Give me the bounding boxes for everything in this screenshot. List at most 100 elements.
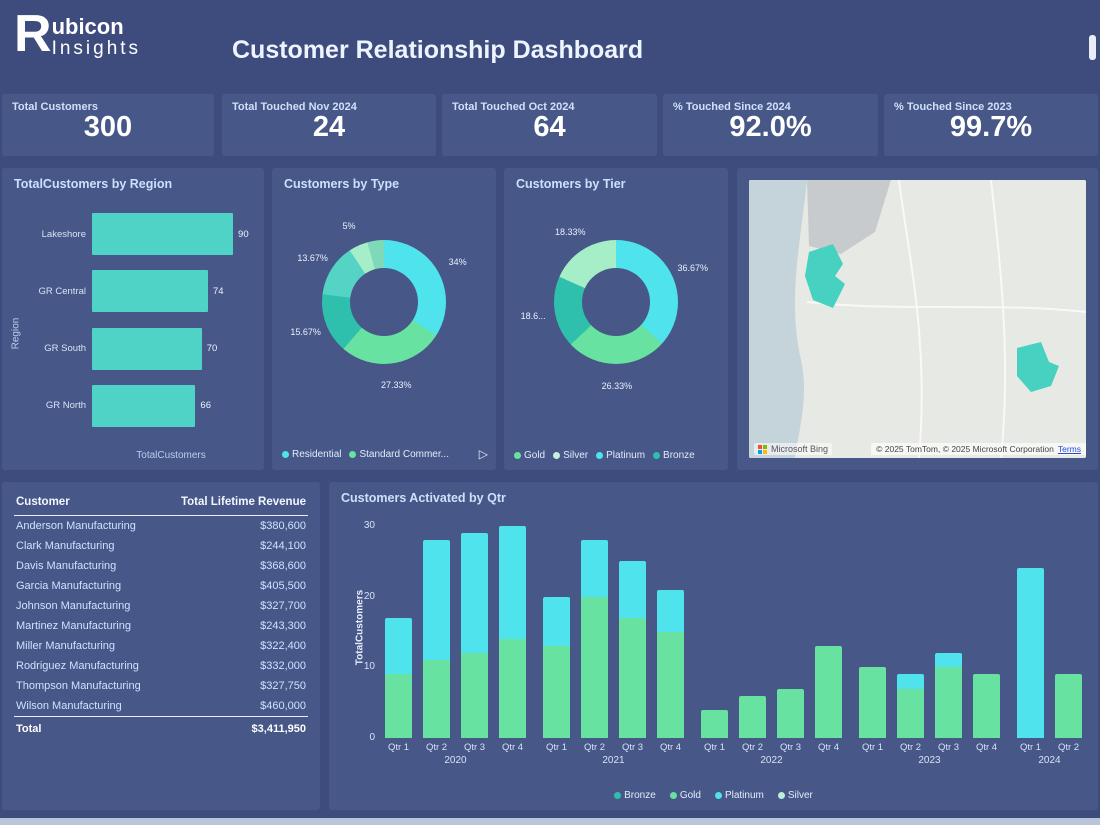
bar-segment-gold[interactable]: [739, 696, 766, 738]
bar-segment-gold[interactable]: [815, 646, 842, 738]
bar-segment-platinum[interactable]: [499, 526, 526, 639]
segment-label: 15.67%: [290, 327, 321, 337]
legend-item[interactable]: Bronze: [614, 790, 656, 801]
bar-segment-gold[interactable]: [581, 597, 608, 738]
legend-item[interactable]: Gold: [670, 790, 701, 801]
table-row[interactable]: Davis Manufacturing$368,600: [14, 556, 308, 576]
stacked-bar[interactable]: [385, 618, 412, 738]
kpi-card-pct-touched-2023[interactable]: % Touched Since 2023 99.7%: [884, 94, 1098, 156]
legend-item[interactable]: Platinum: [715, 790, 764, 801]
bar-segment-gold[interactable]: [973, 674, 1000, 738]
table-row[interactable]: Clark Manufacturing$244,100: [14, 536, 308, 556]
stacked-bar[interactable]: [1055, 674, 1082, 738]
bar-segment-gold[interactable]: [657, 632, 684, 738]
legend-item[interactable]: Residential: [282, 449, 341, 460]
stacked-bar[interactable]: [897, 674, 924, 738]
stacked-bar[interactable]: [859, 667, 886, 738]
stacked-bar[interactable]: [423, 540, 450, 738]
legend-item[interactable]: Standard Commer...: [349, 449, 448, 460]
stacked-bar[interactable]: [543, 597, 570, 738]
legend-item[interactable]: Gold: [514, 450, 545, 461]
stacked-bar[interactable]: [815, 646, 842, 738]
bar-segment-platinum[interactable]: [461, 533, 488, 653]
kpi-card-total-customers[interactable]: Total Customers 300: [2, 94, 214, 156]
stacked-bar[interactable]: [619, 561, 646, 738]
chart-title: TotalCustomers by Region: [2, 168, 264, 191]
stacked-bar[interactable]: [581, 540, 608, 738]
terms-link[interactable]: Terms: [1058, 444, 1081, 454]
kpi-value: 300: [2, 111, 214, 144]
legend-item[interactable]: Silver: [778, 790, 813, 801]
bar[interactable]: [92, 213, 233, 255]
bar-segment-gold[interactable]: [777, 689, 804, 738]
scrollbar-thumb[interactable]: [1089, 35, 1096, 60]
stacked-bar[interactable]: [739, 696, 766, 738]
bar-segment-gold[interactable]: [1055, 674, 1082, 738]
table-row[interactable]: Martinez Manufacturing$243,300: [14, 616, 308, 636]
customer-name: Martinez Manufacturing: [14, 616, 161, 636]
legend-dot: [596, 452, 603, 459]
table-row[interactable]: Miller Manufacturing$322,400: [14, 636, 308, 656]
stacked-bar[interactable]: [1017, 568, 1044, 738]
kpi-card-touched-nov-2024[interactable]: Total Touched Nov 2024 24: [222, 94, 436, 156]
bar-segment-platinum[interactable]: [619, 561, 646, 618]
legend-item[interactable]: Platinum: [596, 450, 645, 461]
page-title: Customer Relationship Dashboard: [232, 36, 643, 65]
bar-segment-platinum[interactable]: [423, 540, 450, 660]
kpi-card-pct-touched-2024[interactable]: % Touched Since 2024 92.0%: [663, 94, 878, 156]
year-label: 2024: [1038, 755, 1060, 766]
bar-segment-platinum[interactable]: [1017, 568, 1044, 738]
bar-segment-gold[interactable]: [543, 646, 570, 738]
bar-segment-gold[interactable]: [619, 618, 646, 738]
table-row[interactable]: Anderson Manufacturing$380,600: [14, 516, 308, 537]
table-row[interactable]: Thompson Manufacturing$327,750: [14, 676, 308, 696]
stacked-bar[interactable]: [935, 653, 962, 738]
stacked-bar[interactable]: [701, 710, 728, 738]
bar-segment-gold[interactable]: [499, 639, 526, 738]
stacked-bar[interactable]: [499, 526, 526, 738]
table-row[interactable]: Johnson Manufacturing$327,700: [14, 596, 308, 616]
stacked-bar[interactable]: [777, 689, 804, 738]
table-row[interactable]: Wilson Manufacturing$460,000: [14, 696, 308, 717]
year-label: 2021: [602, 755, 624, 766]
bar-segment-gold[interactable]: [385, 674, 412, 738]
bar-row: Lakeshore90: [30, 212, 256, 256]
column-header-customer[interactable]: Customer: [14, 492, 161, 516]
bing-map[interactable]: Microsoft Bing © 2025 TomTom, © 2025 Mic…: [749, 180, 1086, 458]
stacked-bar[interactable]: [657, 590, 684, 738]
customer-name: Miller Manufacturing: [14, 636, 161, 656]
kpi-card-touched-oct-2024[interactable]: Total Touched Oct 2024 64: [442, 94, 657, 156]
legend-item[interactable]: Bronze: [653, 450, 695, 461]
donut-chart[interactable]: [554, 240, 678, 364]
bar-segment-gold[interactable]: [897, 689, 924, 738]
bar-segment-platinum[interactable]: [385, 618, 412, 675]
bar[interactable]: [92, 328, 202, 370]
table-row[interactable]: Garcia Manufacturing$405,500: [14, 576, 308, 596]
segment-label: 26.33%: [602, 381, 633, 391]
quarter-label: Qtr 2: [581, 742, 608, 753]
customers-by-type-panel: Customers by Type 34%27.33%15.67%13.67%5…: [272, 168, 496, 470]
bar-segment-platinum[interactable]: [935, 653, 962, 667]
column-header-revenue[interactable]: Total Lifetime Revenue: [161, 492, 308, 516]
bar-segment-gold[interactable]: [701, 710, 728, 738]
bar[interactable]: [92, 270, 208, 312]
bar-segment-platinum[interactable]: [657, 590, 684, 632]
bar-segment-platinum[interactable]: [543, 597, 570, 646]
bar-segment-gold[interactable]: [935, 667, 962, 738]
category-label: GR Central: [30, 286, 92, 297]
quarter-label: Qtr 2: [897, 742, 924, 753]
bar-segment-platinum[interactable]: [897, 674, 924, 688]
table-total-row: Total $3,411,950: [14, 717, 308, 740]
bar-segment-platinum[interactable]: [581, 540, 608, 597]
donut-chart[interactable]: [322, 240, 446, 364]
donut-hole: [350, 268, 418, 336]
bar[interactable]: [92, 385, 195, 427]
bar-segment-gold[interactable]: [461, 653, 488, 738]
stacked-bar[interactable]: [973, 674, 1000, 738]
stacked-bar[interactable]: [461, 533, 488, 738]
legend-item[interactable]: Silver: [553, 450, 588, 461]
legend-expand-icon[interactable]: ▷: [479, 447, 488, 461]
bar-segment-gold[interactable]: [423, 660, 450, 738]
bar-segment-gold[interactable]: [859, 667, 886, 738]
table-row[interactable]: Rodriguez Manufacturing$332,000: [14, 656, 308, 676]
